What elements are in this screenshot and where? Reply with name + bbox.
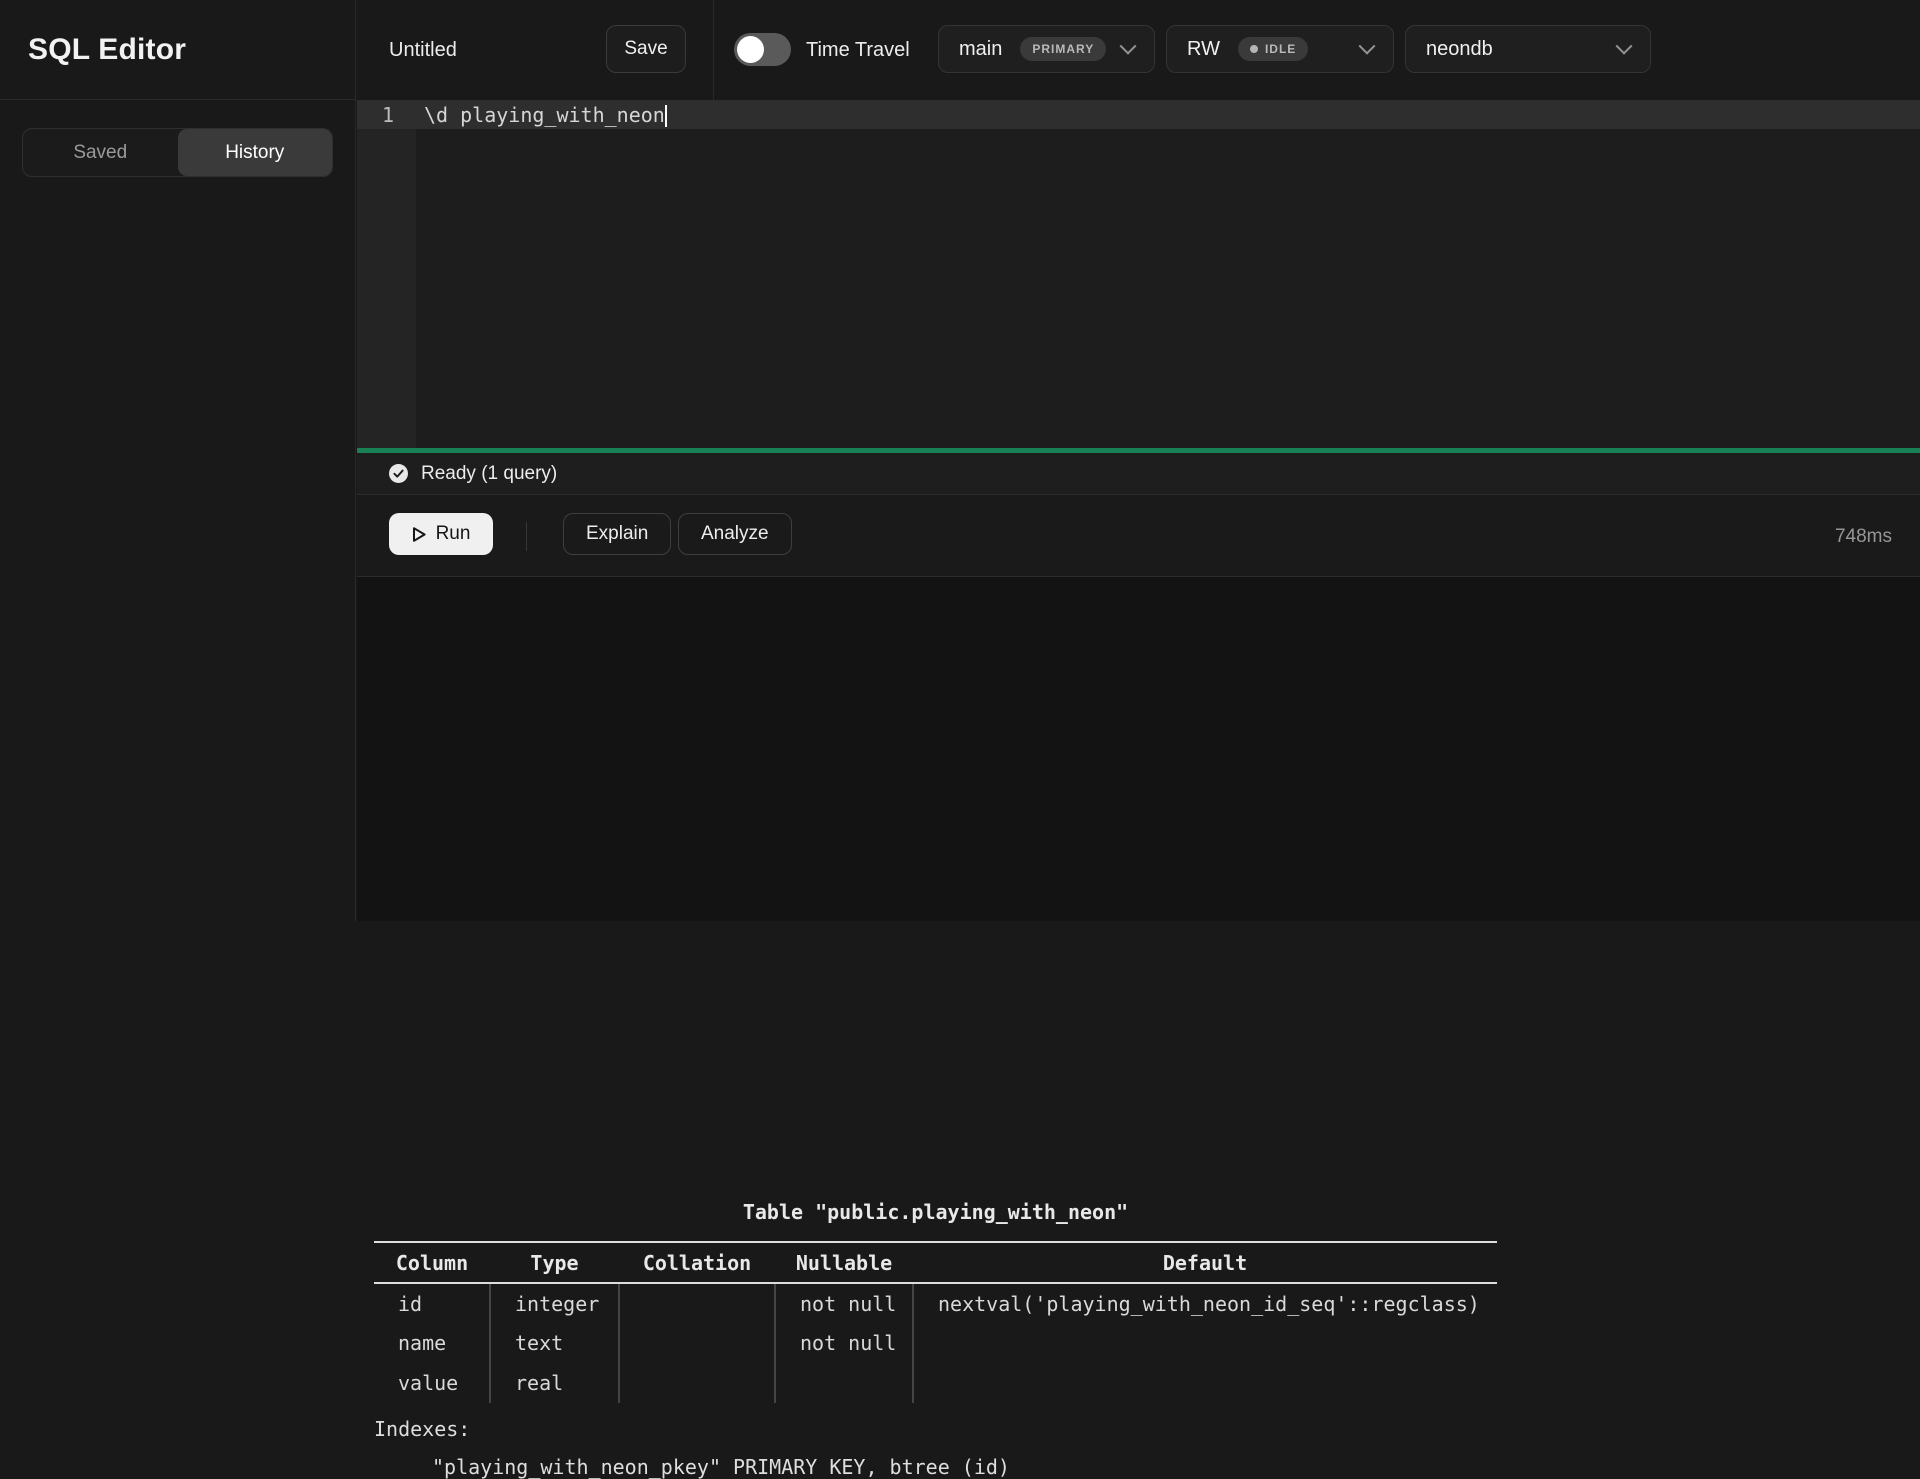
table-cell: [913, 1323, 1497, 1363]
time-travel-toggle[interactable]: [734, 33, 791, 66]
table-cell: [619, 1363, 775, 1403]
indexes-section: Indexes: "playing_with_neon_pkey" PRIMAR…: [374, 1417, 1010, 1479]
run-button[interactable]: Run: [389, 513, 493, 555]
sidebar: SQL Editor Saved History: [0, 0, 356, 921]
branch-primary-badge: PRIMARY: [1020, 37, 1106, 61]
chevron-down-icon: [1120, 38, 1137, 55]
editor-gutter: [357, 100, 416, 448]
toggle-knob-icon: [737, 36, 764, 63]
line-number: 1: [357, 103, 416, 127]
text-cursor: [665, 105, 667, 127]
branch-dropdown[interactable]: main PRIMARY: [938, 25, 1155, 73]
saved-history-tab-group: Saved History: [22, 128, 333, 177]
table-cell: [619, 1323, 775, 1363]
explain-button[interactable]: Explain: [563, 513, 671, 555]
save-button[interactable]: Save: [606, 25, 686, 73]
compute-name: RW: [1187, 38, 1220, 61]
column-header: Column: [374, 1242, 490, 1283]
chevron-down-icon: [1359, 38, 1376, 55]
indexes-label: Indexes:: [374, 1417, 1010, 1441]
table-cell: text: [490, 1323, 619, 1363]
analyze-button[interactable]: Analyze: [678, 513, 792, 555]
database-dropdown[interactable]: neondb: [1405, 25, 1651, 73]
table-cell: [913, 1363, 1497, 1403]
table-cell: real: [490, 1363, 619, 1403]
column-header: Collation: [619, 1242, 775, 1283]
sidebar-header: SQL Editor: [0, 0, 355, 100]
column-header: Default: [913, 1242, 1497, 1283]
table-cell: [619, 1283, 775, 1323]
branch-name: main: [959, 38, 1002, 61]
ready-check-icon: [389, 464, 408, 483]
query-results: Table "public.playing_with_neon" Column …: [357, 577, 1920, 921]
status-bar: Ready (1 query): [357, 453, 1920, 495]
action-separator: [526, 522, 527, 551]
result-table-title: Table "public.playing_with_neon": [374, 1200, 1497, 1224]
chevron-down-icon: [1616, 38, 1633, 55]
table-cell: integer: [490, 1283, 619, 1323]
table-cell: [775, 1363, 913, 1403]
compute-status-badge: IDLE: [1238, 37, 1308, 61]
time-travel-label: Time Travel: [806, 0, 910, 100]
query-duration: 748ms: [1835, 496, 1892, 577]
status-text: Ready (1 query): [421, 463, 557, 485]
editor-toolbar: Untitled Save Time Travel main PRIMARY R…: [357, 0, 1920, 100]
column-header: Nullable: [775, 1242, 913, 1283]
result-table: Column Type Collation Nullable Default i…: [374, 1241, 1497, 1403]
play-icon: [412, 526, 427, 543]
table-cell: not null: [775, 1323, 913, 1363]
page-title: SQL Editor: [28, 33, 186, 67]
code-line: \d playing_with_neon: [416, 103, 667, 127]
table-cell: not null: [775, 1283, 913, 1323]
compute-dropdown[interactable]: RW IDLE: [1166, 25, 1394, 73]
table-cell: name: [374, 1323, 490, 1363]
column-header: Type: [490, 1242, 619, 1283]
table-row: name text not null: [374, 1323, 1497, 1363]
idle-status-dot-icon: [1250, 45, 1258, 53]
toolbar-divider: [713, 0, 714, 100]
table-row: id integer not null nextval('playing_wit…: [374, 1283, 1497, 1323]
table-cell: value: [374, 1363, 490, 1403]
index-definition: "playing_with_neon_pkey" PRIMARY KEY, bt…: [374, 1455, 1010, 1479]
table-header-row: Column Type Collation Nullable Default: [374, 1242, 1497, 1283]
table-cell: nextval('playing_with_neon_id_seq'::regc…: [913, 1283, 1497, 1323]
table-cell: id: [374, 1283, 490, 1323]
sql-code-editor[interactable]: 1 \d playing_with_neon: [357, 100, 1920, 448]
editor-active-line[interactable]: 1 \d playing_with_neon: [357, 100, 1920, 129]
main-panel: Untitled Save Time Travel main PRIMARY R…: [357, 0, 1920, 921]
tab-history[interactable]: History: [178, 129, 333, 176]
query-title: Untitled: [389, 0, 457, 100]
tab-saved[interactable]: Saved: [23, 129, 178, 176]
database-name: neondb: [1426, 38, 1493, 61]
table-row: value real: [374, 1363, 1497, 1403]
action-bar: Run Explain Analyze 748ms: [357, 496, 1920, 577]
